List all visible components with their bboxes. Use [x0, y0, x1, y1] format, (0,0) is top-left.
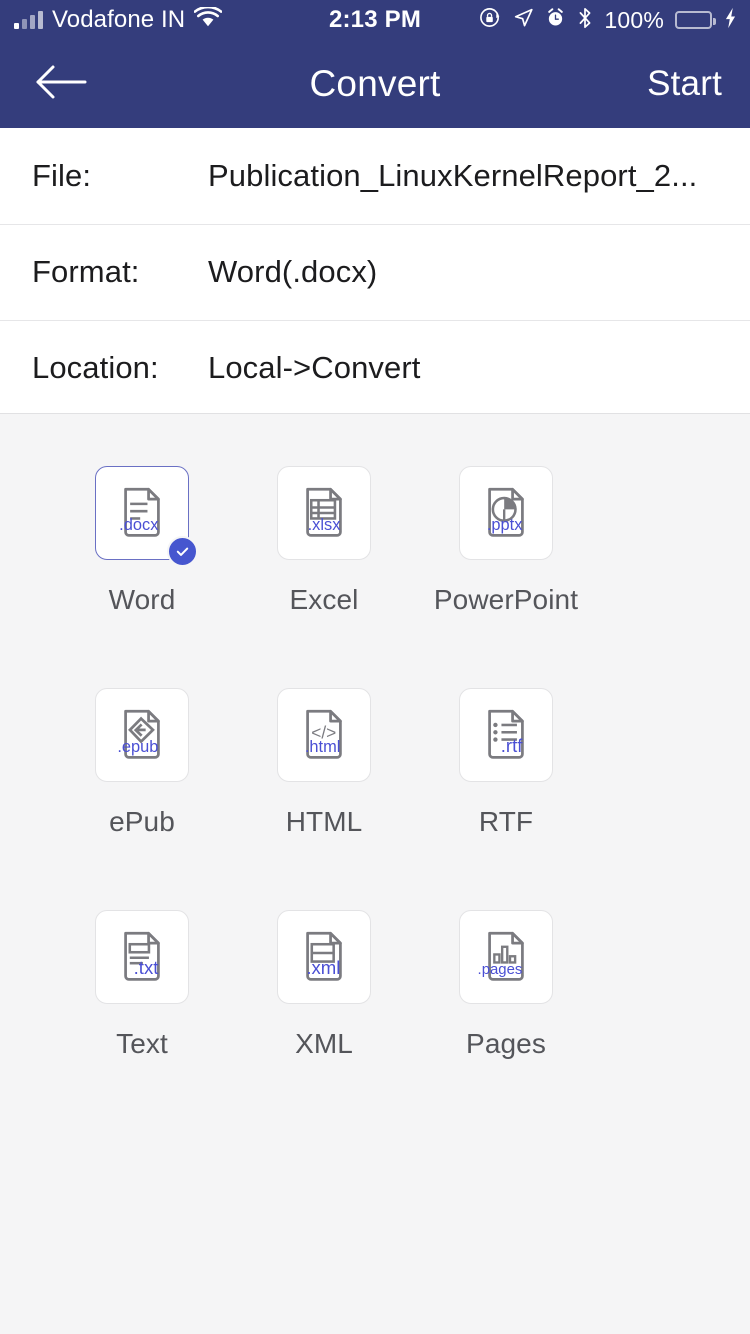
- location-arrow-icon: [513, 7, 534, 33]
- code-brackets-icon: </>.html: [305, 709, 342, 759]
- format-grid-section: .docx Word .xlsx Excel .pptx PowerPoint .epub e…: [0, 414, 750, 1334]
- format-row[interactable]: Format: Word(.docx): [0, 224, 750, 320]
- format-label: Pages: [466, 1028, 546, 1059]
- location-row[interactable]: Location: Local->Convert: [0, 320, 750, 416]
- format-label: XML: [295, 1028, 353, 1059]
- bluetooth-icon: [577, 7, 593, 34]
- format-option-rtf[interactable]: .rtf RTF: [415, 688, 597, 838]
- format-tile-xml[interactable]: .xml: [277, 910, 371, 1004]
- format-option-xml[interactable]: .xml XML: [233, 910, 415, 1060]
- battery-percent-label: 100%: [604, 6, 664, 33]
- file-info-section: File: Publication_LinuxKernelReport_2...…: [0, 128, 750, 416]
- svg-text:.xml: .xml: [306, 957, 340, 978]
- format-label: PowerPoint: [433, 584, 579, 615]
- format-tile-pages[interactable]: .pages: [459, 910, 553, 1004]
- file-row-value: Publication_LinuxKernelReport_2...: [208, 158, 698, 193]
- format-tile-powerpoint[interactable]: .pptx: [459, 466, 553, 560]
- rotation-lock-icon: [479, 6, 502, 34]
- svg-text:.rtf: .rtf: [501, 735, 524, 756]
- format-row-value: Word(.docx): [208, 254, 378, 289]
- text-lines-icon: .txt: [124, 931, 160, 981]
- format-option-text[interactable]: .txt Text: [51, 910, 233, 1060]
- svg-text:.txt: .txt: [134, 957, 160, 978]
- bullet-list-icon: .rtf: [488, 709, 524, 759]
- epub-diamond-icon: .epub: [117, 709, 160, 759]
- format-tile-text[interactable]: .txt: [95, 910, 189, 1004]
- svg-text:.pages: .pages: [478, 961, 523, 978]
- status-bar: Vodafone IN 2:13 PM 100%: [0, 0, 750, 40]
- location-row-value: Local->Convert: [208, 350, 421, 385]
- document-lines-icon: .docx: [119, 487, 160, 537]
- format-label: Excel: [289, 584, 359, 615]
- spreadsheet-icon: .xlsx: [306, 487, 342, 537]
- svg-text:.epub: .epub: [117, 738, 158, 756]
- format-tile-rtf[interactable]: .rtf: [459, 688, 553, 782]
- table-rows-icon: .xml: [306, 931, 342, 981]
- svg-text:.xlsx: .xlsx: [308, 516, 342, 534]
- format-tile-epub[interactable]: .epub: [95, 688, 189, 782]
- format-option-html[interactable]: </> .html HTML: [233, 688, 415, 838]
- convert-screen: Vodafone IN 2:13 PM 100% Convert Start F…: [0, 0, 750, 1334]
- svg-text:.docx: .docx: [119, 516, 159, 534]
- format-grid: .docx Word .xlsx Excel .pptx PowerPoint .epub e…: [0, 466, 750, 1132]
- format-row-label: Format:: [32, 254, 140, 289]
- file-row-label: File:: [32, 158, 92, 193]
- charging-bolt-icon: [723, 7, 738, 34]
- format-option-excel[interactable]: .xlsx Excel: [233, 466, 415, 616]
- pie-chart-icon: .pptx: [487, 487, 524, 537]
- location-row-label: Location:: [32, 350, 159, 385]
- format-label: RTF: [478, 806, 534, 837]
- status-bar-right: 100%: [479, 6, 738, 34]
- svg-text:.html: .html: [305, 738, 341, 756]
- format-label: HTML: [285, 806, 363, 837]
- format-tile-word[interactable]: .docx: [95, 466, 198, 567]
- format-label: Text: [116, 1028, 168, 1059]
- svg-text:.pptx: .pptx: [487, 516, 523, 534]
- page-title: Convert: [309, 63, 441, 104]
- alarm-clock-icon: [545, 7, 566, 33]
- format-tile-html[interactable]: </> .html: [277, 688, 371, 782]
- format-option-word[interactable]: .docx Word: [51, 466, 233, 616]
- battery-icon: [675, 11, 716, 29]
- bar-chart-icon: .pages: [478, 931, 524, 981]
- format-label: ePub: [109, 806, 175, 837]
- format-option-powerpoint[interactable]: .pptx PowerPoint: [415, 466, 597, 616]
- format-option-epub[interactable]: .epub ePub: [51, 688, 233, 838]
- format-tile-excel[interactable]: .xlsx: [277, 466, 371, 560]
- navigation-bar: Convert Start: [0, 40, 750, 128]
- format-option-pages[interactable]: .pages Pages: [415, 910, 597, 1060]
- file-row[interactable]: File: Publication_LinuxKernelReport_2...: [0, 128, 750, 224]
- selected-check-icon: [167, 536, 198, 567]
- start-button[interactable]: Start: [647, 64, 722, 104]
- format-label: Word: [108, 584, 176, 615]
